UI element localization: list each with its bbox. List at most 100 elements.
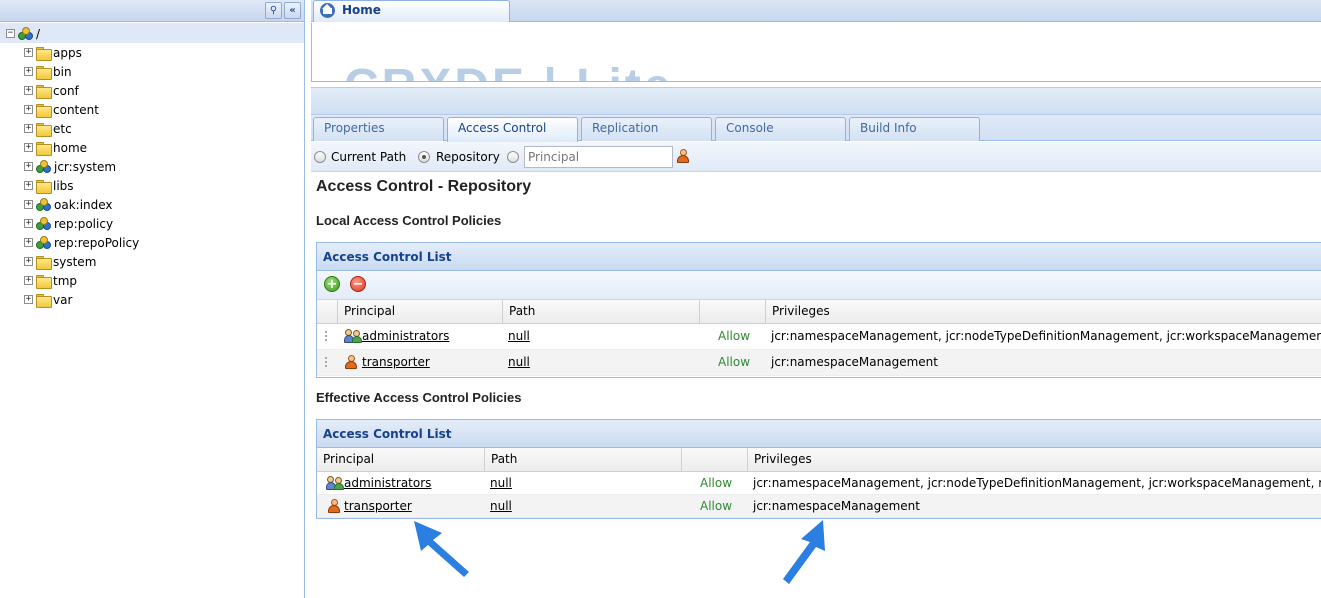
privileges-text: jcr:namespaceManagement xyxy=(771,355,938,369)
tree-item-content[interactable]: + content xyxy=(24,100,99,119)
home-icon xyxy=(320,3,335,18)
drag-handle-icon[interactable] xyxy=(325,331,329,341)
principal-link[interactable]: transporter xyxy=(344,499,412,513)
tab-replication[interactable]: Replication xyxy=(581,117,712,141)
column-path[interactable]: Path xyxy=(484,448,681,472)
tree-item-label: rep:policy xyxy=(54,216,114,231)
column-path[interactable]: Path xyxy=(502,300,699,324)
tree-item-label: conf xyxy=(53,83,79,98)
tree-root-label: / xyxy=(36,26,41,41)
path-link[interactable]: null xyxy=(490,476,512,490)
tree-item-libs[interactable]: + libs xyxy=(24,176,74,195)
user-icon xyxy=(345,355,357,369)
tree-item-rep-policy[interactable]: + rep:policy xyxy=(24,214,113,233)
folder-icon xyxy=(36,84,52,99)
node-icon xyxy=(36,197,52,212)
effective-acl-grid-header: Principal Path Privileges xyxy=(317,448,1321,472)
tree-item-bin[interactable]: + bin xyxy=(24,62,72,81)
column-principal[interactable]: Principal xyxy=(317,448,484,472)
radio-current-path-label: Current Path xyxy=(331,150,407,164)
principal-link[interactable]: administrators xyxy=(344,476,431,490)
tree-root[interactable]: − / xyxy=(6,24,40,43)
expand-icon[interactable]: + xyxy=(24,67,33,76)
tab-properties[interactable]: Properties xyxy=(313,117,444,141)
tree-item-label: var xyxy=(53,292,73,307)
expand-icon[interactable]: + xyxy=(24,295,33,304)
group-icon xyxy=(326,476,344,490)
expand-icon[interactable]: + xyxy=(24,276,33,285)
principal-link[interactable]: administrators xyxy=(362,329,449,343)
path-link[interactable]: null xyxy=(490,499,512,513)
radio-current-path[interactable] xyxy=(314,151,326,163)
folder-icon xyxy=(36,255,52,270)
path-link[interactable]: null xyxy=(508,329,530,343)
tree-item-etc[interactable]: + etc xyxy=(24,119,72,138)
expand-icon[interactable]: + xyxy=(24,181,33,190)
local-acl-row[interactable]: transporter null Allow jcr:namespaceMana… xyxy=(317,350,1321,376)
expand-icon[interactable]: + xyxy=(24,162,33,171)
tree-item-conf[interactable]: + conf xyxy=(24,81,79,100)
select-principal-icon[interactable] xyxy=(677,149,689,163)
drag-handle-icon[interactable] xyxy=(325,357,329,367)
tree-item-system[interactable]: + system xyxy=(24,252,96,271)
tree-item-label: tmp xyxy=(53,273,78,288)
annotation-arrow-privileges xyxy=(783,520,825,584)
crxde-banner: CRXDE | Lite xyxy=(311,23,1321,81)
crxde-logo: CRXDE | Lite xyxy=(344,59,673,81)
collapse-panel-icon[interactable]: « xyxy=(284,2,301,19)
tab-access-control[interactable]: Access Control xyxy=(447,117,578,142)
expand-icon[interactable]: + xyxy=(24,124,33,133)
expand-icon[interactable]: + xyxy=(24,219,33,228)
folder-icon xyxy=(36,179,52,194)
radio-repository-label: Repository xyxy=(436,150,500,164)
binoculars-icon[interactable]: ⚲ xyxy=(265,2,282,19)
column-privileges[interactable]: Privileges xyxy=(765,300,1321,324)
expand-icon[interactable]: + xyxy=(24,238,33,247)
column-privileges[interactable]: Privileges xyxy=(747,448,1321,472)
group-icon xyxy=(344,329,362,343)
tree-item-jcr-system[interactable]: + jcr:system xyxy=(24,157,116,176)
tab-home[interactable]: Home xyxy=(313,0,510,22)
tab-build-info[interactable]: Build Info xyxy=(849,117,980,141)
effective-acl-row[interactable]: transporter null Allow jcr:namespaceMana… xyxy=(317,495,1321,518)
radio-repository[interactable] xyxy=(418,151,430,163)
privileges-text: jcr:namespaceManagement xyxy=(753,499,920,513)
column-access[interactable] xyxy=(681,448,747,472)
tree-toolbar: ⚲ « xyxy=(0,0,304,22)
effective-acl-panel: Access Control List Principal Path Privi… xyxy=(316,419,1321,519)
access-status: Allow xyxy=(700,499,733,513)
tree-item-label: oak:index xyxy=(54,197,113,212)
expand-icon[interactable]: + xyxy=(24,86,33,95)
expand-icon[interactable]: + xyxy=(24,200,33,209)
tree-item-label: libs xyxy=(53,178,74,193)
tree-item-tmp[interactable]: + tmp xyxy=(24,271,77,290)
local-acl-row[interactable]: administrators null Allow jcr:namespaceM… xyxy=(317,324,1321,350)
remove-entry-button[interactable]: − xyxy=(350,276,366,292)
tree-item-rep-repopolicy[interactable]: + rep:repoPolicy xyxy=(24,233,139,252)
user-icon xyxy=(328,499,340,513)
access-status: Allow xyxy=(700,476,733,490)
tree-item-label: bin xyxy=(53,64,72,79)
effective-acl-row[interactable]: administrators null Allow jcr:namespaceM… xyxy=(317,472,1321,495)
tree-item-oak-index[interactable]: + oak:index xyxy=(24,195,113,214)
radio-principal[interactable] xyxy=(507,151,519,163)
principal-link[interactable]: transporter xyxy=(362,355,430,369)
column-principal[interactable]: Principal xyxy=(337,300,502,324)
expand-icon[interactable]: + xyxy=(24,48,33,57)
expand-icon[interactable]: + xyxy=(24,257,33,266)
collapse-icon[interactable]: − xyxy=(6,29,15,38)
local-acl-panel: Access Control List + − Principal Path P… xyxy=(316,242,1321,378)
expand-icon[interactable]: + xyxy=(24,105,33,114)
principal-input[interactable] xyxy=(524,146,673,168)
add-entry-button[interactable]: + xyxy=(324,276,340,292)
column-access[interactable] xyxy=(699,300,765,324)
effective-acl-header: Access Control List xyxy=(317,420,1321,448)
tree-item-home[interactable]: + home xyxy=(24,138,87,157)
tab-console[interactable]: Console xyxy=(715,117,846,141)
path-link[interactable]: null xyxy=(508,355,530,369)
access-status: Allow xyxy=(718,355,751,369)
tree-item-var[interactable]: + var xyxy=(24,290,72,309)
privileges-text: jcr:namespaceManagement, jcr:nodeTypeDef… xyxy=(753,476,1321,490)
expand-icon[interactable]: + xyxy=(24,143,33,152)
tree-item-apps[interactable]: + apps xyxy=(24,43,82,62)
